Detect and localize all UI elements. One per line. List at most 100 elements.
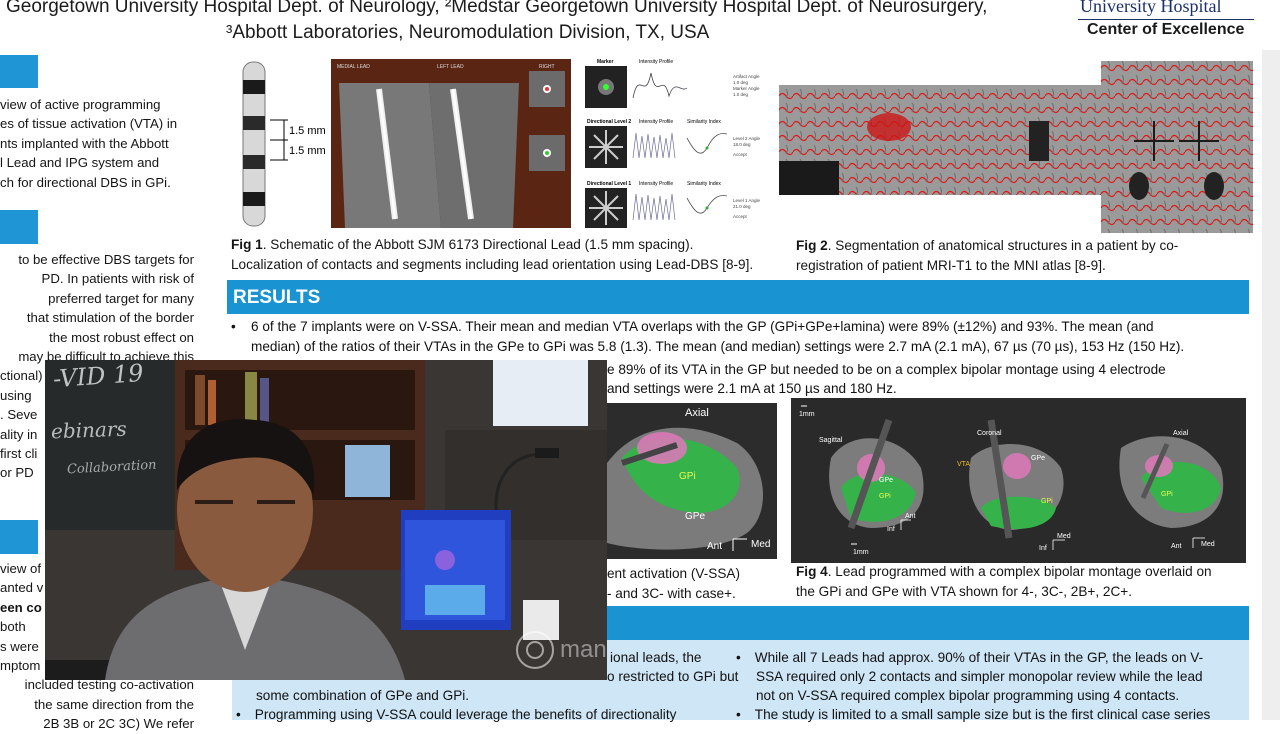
logo-subline: Center of Excellence [1087, 21, 1245, 38]
results-bullet-1: • 6 of the 7 implants were on V-SSA. The… [231, 317, 1251, 356]
fig2-caption-text-2: registration of patient MRI-T1 to the MN… [796, 258, 1106, 273]
discussion-left-line: some combination of GPe and GPi. [256, 688, 470, 703]
ct-panel-label-left: MEDIAL LEAD [337, 64, 370, 70]
fig4-vta-label: VTA [957, 461, 970, 468]
mri-segmentation-figure [779, 61, 1253, 233]
fig4-caption-label: Fig 4 [796, 564, 828, 579]
plot-row-label: Directional Level 1 [587, 181, 631, 187]
left-text-line: nts implanted with the Abbott [0, 135, 169, 151]
fig3-caption-line: - and 3C- with case+. [607, 586, 736, 601]
fig4-gpi-label-a: GPi [879, 493, 891, 500]
scrollbar-track[interactable] [1262, 50, 1280, 720]
fig4-coronal-label: Coronal [977, 430, 1002, 437]
fig1-caption-text-2: Localization of contacts and segments in… [231, 257, 754, 272]
lead-contact [243, 192, 265, 206]
left-block-1: view of active programming es of tissue … [0, 95, 194, 192]
bullet-dot: • [231, 319, 236, 334]
webcam-video-feed[interactable]: -VID 19 ebinars Collaboration manycam [45, 360, 607, 680]
plot-note: Marker Angle [733, 86, 760, 91]
plot-note: 1.0 deg [733, 92, 749, 97]
fig4-inf-label-b: Inf [1039, 545, 1047, 552]
fig4-sagittal-label: Sagittal [819, 437, 843, 444]
plot-note: Accept [733, 152, 748, 157]
left-text-line: es of tissue activation (VTA) in [0, 116, 178, 132]
orientation-plots: Marker Intensity Profile Artifact Angle … [583, 58, 771, 230]
lead-contact [243, 116, 265, 130]
webcam-watermark: manycam [560, 636, 607, 663]
fig4-ant-label-a: Ant [905, 513, 916, 520]
lead-contact [243, 155, 265, 169]
results-header-bar: RESULTS [227, 280, 1249, 314]
scale-label-b: 1.5 mm [289, 145, 326, 157]
fig4-scale-label-bottom: 1mm [853, 549, 869, 556]
fig4-3d-render: 1mm Sagittal Coronal Axial VTA GPe GPe G… [791, 398, 1246, 563]
fig4-gpi-label-b: GPi [1041, 498, 1053, 505]
fig3-caption-line: ent activation (V-SSA) [607, 566, 740, 581]
fig3-caption: ent activation (V-SSA) - and 3C- with ca… [607, 564, 740, 604]
left-text-line: PD. In patients with risk of [41, 271, 194, 287]
plot-row-label: Marker [597, 59, 613, 65]
fig4-ant-label-c: Ant [1171, 543, 1182, 550]
fig4-med-label-b: Med [1057, 533, 1071, 540]
fig3-gpi-label: GPi [679, 471, 696, 482]
discussion-right-bullet-2: • The study is limited to a small sample … [736, 707, 1211, 722]
left-text-line: that stimulation of the border [26, 310, 194, 326]
plot-note: Level 1 Angle [733, 198, 761, 203]
fig3-med-label: Med [751, 539, 770, 550]
section-header-fragment-3 [0, 520, 38, 554]
plot-note: Level 2 Angle [733, 136, 761, 141]
left-text-line: 2B 3B or 2C 3C) We refer [43, 716, 194, 732]
discussion-left-line: o restricted to GPi but [607, 669, 739, 684]
lead-schematic: 1.5 mm 1.5 mm [242, 61, 326, 227]
plot-note: 18.0 deg [733, 142, 751, 147]
left-text-line: ch for directional DBS in GPi. [0, 174, 171, 190]
discussion-left-bullet: • Programming using V-SSA could leverage … [236, 707, 677, 722]
discussion-right-line: SSA required only 2 contacts and simpler… [756, 669, 1203, 684]
fig4-gpi-label-c: GPi [1161, 491, 1173, 498]
plot-row-label: Directional Level 2 [587, 119, 631, 125]
fig3-ant-label: Ant [707, 541, 722, 552]
discussion-left-line: ional leads, the [610, 650, 702, 665]
mri-coronal-panel [949, 85, 1101, 195]
section-header-fragment-2 [0, 210, 38, 244]
fig3-3d-render: Axial GPi GPe Ant Med [607, 403, 777, 559]
plot-note: 1.0 deg [733, 80, 749, 85]
fig4-axial-label: Axial [1173, 430, 1189, 437]
chalk-line: ebinars [50, 416, 128, 444]
fig4-med-label-c: Med [1201, 541, 1215, 548]
webcam-scene [45, 360, 607, 680]
results-bullets: • 6 of the 7 implants were on V-SSA. The… [231, 317, 1251, 356]
plot-col-label: Intensity Profile [639, 181, 673, 187]
plot-col-label: Similarity Index [687, 181, 721, 187]
fig4-caption: Fig 4. Lead programmed with a complex bi… [796, 562, 1212, 602]
discussion-header-bar [607, 606, 1249, 640]
fig1-caption-label: Fig 1 [231, 237, 263, 252]
bullet-text-line: 6 of the 7 implants were on V-SSA. Their… [251, 319, 1154, 334]
plot-note: Artifact Angle [733, 74, 760, 79]
fig4-caption-text: . Lead programmed with a complex bipolar… [827, 564, 1212, 579]
plot-note: Accept [733, 214, 748, 219]
window [493, 360, 588, 426]
plot-col-label: Intensity Profile [639, 119, 673, 125]
ct-panel-label-mid: LEFT LEAD [437, 64, 464, 70]
logo-line: University Hospital [1080, 0, 1222, 16]
ct-slice-mid [429, 83, 519, 228]
left-text-line: to be effective DBS targets for [18, 252, 194, 267]
fig4-scale-label: 1mm [799, 411, 815, 418]
fig4-gpe-label-a: GPe [879, 477, 893, 484]
bullet-text-line: median) of the ratios of their VTAs in t… [251, 338, 1185, 354]
left-text-line: the most robust effect on [49, 329, 194, 345]
logo-divider [1078, 19, 1254, 20]
left-text-line: the same direction from the [34, 696, 194, 712]
affiliations-line-1: Georgetown University Hospital Dept. of … [6, 0, 988, 17]
plot-col-label: Intensity Profile [639, 59, 673, 65]
fig3-view-label: Axial [685, 407, 709, 419]
section-header-fragment-1 [0, 55, 38, 88]
plot-col-label: Similarity Index [687, 119, 721, 125]
fig1-caption-text: . Schematic of the Abbott SJM 6173 Direc… [262, 237, 694, 252]
fig1-caption: Fig 1. Schematic of the Abbott SJM 6173 … [231, 235, 753, 275]
fig4-inf-label-a: Inf [887, 526, 895, 533]
results-title: RESULTS [233, 287, 321, 308]
fig4-caption-text-2: the GPi and GPe with VTA shown for 4-, 3… [796, 584, 1132, 599]
fig4-gpe-label: GPe [1031, 455, 1045, 462]
